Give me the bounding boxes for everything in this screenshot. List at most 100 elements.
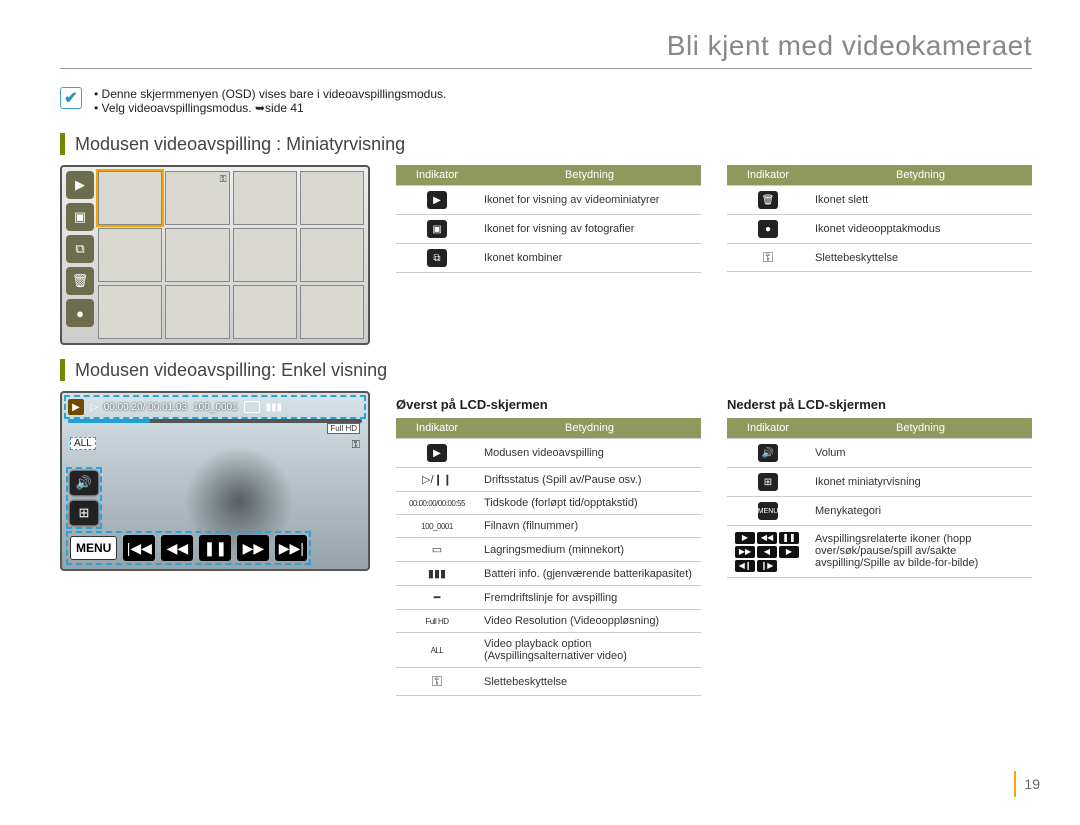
resolution-badge: Full HD — [327, 423, 360, 434]
thumb-cell[interactable] — [165, 285, 229, 339]
storage-icon: ▭ — [432, 544, 442, 556]
play-pause-icon: ▷ — [90, 402, 98, 413]
thumbnail-view-button[interactable]: ⊞ — [70, 501, 98, 525]
meaning-cell: Tidskode (forløpt tid/opptakstid) — [478, 492, 701, 515]
accent-bar — [60, 133, 65, 155]
playback-option-icon: ALL — [431, 646, 444, 655]
th-indicator: Indikator — [396, 418, 478, 439]
meaning-cell: Ikonet for visning av videominiatyrer — [478, 186, 701, 215]
page-accent — [1014, 771, 1016, 797]
section-title: Modusen videoavspilling: Enkel visning — [75, 360, 387, 381]
thumb-cell[interactable] — [98, 171, 162, 225]
forward-button[interactable]: ▶▶ — [237, 535, 269, 561]
photo-thumb-icon[interactable]: ▣ — [66, 203, 94, 231]
volume-button[interactable]: 🔊 — [70, 471, 98, 495]
timecode-icon: 00:00:00/00:00:55 — [409, 499, 465, 508]
trash-icon[interactable]: 🗑 — [66, 267, 94, 295]
thumb-cell[interactable] — [98, 228, 162, 282]
page-title: Bli kjent med videokameraet — [60, 30, 1032, 69]
note-line: Denne skjermmenyen (OSD) vises bare i vi… — [94, 87, 446, 101]
protect-icon: ⚿ — [432, 673, 443, 689]
meaning-cell: Ikonet miniatyrvisning — [809, 468, 1032, 497]
filename-text: 100_0001 — [193, 402, 238, 413]
progress-icon: ━ — [434, 592, 441, 604]
protect-icon: ⚿ — [763, 249, 774, 265]
pause-button[interactable]: ❚❚ — [199, 535, 231, 561]
skip-fwd-button[interactable]: ▶▶| — [275, 535, 307, 561]
meaning-cell: Fremdriftslinje for avspilling — [478, 586, 701, 610]
th-indicator: Indikator — [727, 418, 809, 439]
battery-icon: ▮▮▮ — [266, 402, 283, 413]
filename-icon: 100_0001 — [421, 522, 453, 531]
progress-bar[interactable] — [68, 419, 362, 423]
th-meaning: Betydning — [809, 165, 1032, 186]
thumb-cell[interactable]: ⚿ — [165, 171, 229, 225]
note-line: Velg videoavspillingsmodus. ➥side 41 — [94, 101, 446, 115]
section-title: Modusen videoavspilling : Miniatyrvisnin… — [75, 134, 405, 155]
record-mode-icon[interactable]: ● — [66, 299, 94, 327]
menu-button[interactable]: MENU — [70, 536, 117, 560]
thumb-cell[interactable] — [233, 285, 297, 339]
subheading-top-lcd: Øverst på LCD-skjermen — [396, 397, 701, 412]
meaning-cell: Ikonet slett — [809, 186, 1032, 215]
meaning-cell: Video playback option (Avspillingsaltern… — [478, 633, 701, 668]
section-heading: Modusen videoavspilling : Miniatyrvisnin… — [60, 133, 1032, 155]
video-thumb-icon[interactable]: ▶ — [66, 171, 94, 199]
th-meaning: Betydning — [809, 418, 1032, 439]
delete-icon: 🗑 — [758, 191, 778, 209]
combine-icon: ⧉ — [427, 249, 447, 267]
rewind-button[interactable]: ◀◀ — [161, 535, 193, 561]
combine-icon[interactable]: ⧉ — [66, 235, 94, 263]
battery-icon: ▮▮▮ — [428, 568, 446, 580]
play-pause-icon: ▷/❙❙ — [422, 474, 452, 486]
thumb-cell[interactable] — [233, 228, 297, 282]
thumb-cell[interactable] — [300, 228, 364, 282]
section-heading: Modusen videoavspilling: Enkel visning — [60, 359, 1032, 381]
playback-mode-icon: ▶ — [427, 444, 447, 462]
note-block: ✔ Denne skjermmenyen (OSD) vises bare i … — [60, 87, 1032, 115]
thumbnail-view-icon: ⊞ — [758, 473, 778, 491]
protect-icon: ⚿ — [352, 439, 360, 452]
th-meaning: Betydning — [478, 165, 701, 186]
meaning-cell: Menykategori — [809, 497, 1032, 526]
volume-icon: 🔊 — [758, 444, 778, 462]
meaning-cell: Modusen videoavspilling — [478, 439, 701, 468]
meaning-cell: Slettebeskyttelse — [478, 668, 701, 696]
indicator-table-mini-a: Indikator Betydning ▶ Ikonet for visning … — [396, 165, 701, 273]
th-meaning: Betydning — [478, 418, 701, 439]
skip-back-button[interactable]: |◀◀ — [123, 535, 155, 561]
playback-controls-icon: ▶◀◀❚❚▶▶◀▶◀❙❙▶ — [735, 532, 801, 572]
check-icon: ✔ — [60, 87, 82, 109]
th-indicator: Indikator — [727, 165, 809, 186]
meaning-cell: Volum — [809, 439, 1032, 468]
meaning-cell: Video Resolution (Videooppløsning) — [478, 610, 701, 633]
meaning-cell: Avspillingsrelaterte ikoner (hopp over/s… — [809, 526, 1032, 578]
accent-bar — [60, 359, 65, 381]
meaning-cell: Lagringsmedium (minnekort) — [478, 538, 701, 562]
record-mode-icon: ● — [758, 220, 778, 238]
thumb-cell[interactable] — [98, 285, 162, 339]
th-indicator: Indikator — [396, 165, 478, 186]
meaning-cell: Driftsstatus (Spill av/Pause osv.) — [478, 468, 701, 492]
thumb-cell[interactable] — [165, 228, 229, 282]
photo-thumb-icon: ▣ — [427, 220, 447, 238]
thumb-cell[interactable] — [300, 285, 364, 339]
video-thumb-icon: ▶ — [427, 191, 447, 209]
menu-icon: MENU — [758, 502, 778, 520]
indicator-table-bottom-lcd: Indikator Betydning 🔊 Volum ⊞ Ikonet minia… — [727, 418, 1032, 578]
thumbnail-panel: ▶ ▣ ⧉ 🗑 ● ⚿ — [60, 165, 370, 345]
meaning-cell: Ikonet kombiner — [478, 244, 701, 273]
indicator-table-top-lcd: Indikator Betydning ▶ Modusen videoavspil… — [396, 418, 701, 696]
indicator-table-mini-b: Indikator Betydning 🗑Ikonet slett ●Ikone… — [727, 165, 1032, 272]
meaning-cell: Ikonet for visning av fotografier — [478, 215, 701, 244]
thumb-cell[interactable] — [233, 171, 297, 225]
meaning-cell: Slettebeskyttelse — [809, 244, 1032, 272]
playback-option-badge: ALL — [70, 437, 96, 450]
playback-mode-icon: ▶ — [68, 399, 84, 415]
meaning-cell: Batteri info. (gjenværende batterikapasi… — [478, 562, 701, 586]
meaning-cell: Filnavn (filnummer) — [478, 515, 701, 538]
lock-icon: ⚿ — [220, 174, 227, 185]
thumb-cell[interactable] — [300, 171, 364, 225]
single-view-panel: ▶ ▷ 00:00:20/ 00:01:03 100_0001 ▮▮▮ ALL … — [60, 391, 370, 571]
storage-icon — [244, 401, 260, 413]
